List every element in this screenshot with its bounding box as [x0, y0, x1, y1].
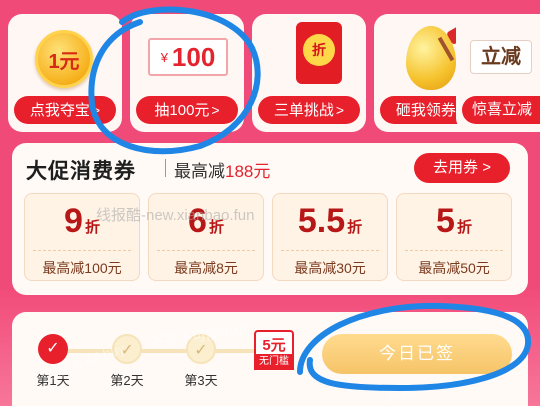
use-coupon-label: 去用券: [433, 159, 479, 176]
entry-instant-discount[interactable]: 立减 惊喜立减: [456, 14, 540, 132]
coupon-rate: 5.5: [297, 202, 346, 240]
check-icon: ✓: [46, 340, 60, 357]
coupon-max-unit: 元: [253, 162, 271, 181]
entry-treasure[interactable]: 1元 点我夺宝 >: [8, 14, 122, 132]
instant-discount-icon: 立减: [470, 40, 532, 74]
red-packet-seal: 折: [303, 34, 335, 66]
coupon-title: 大促消费券: [26, 160, 136, 183]
ticket-amount: 100: [171, 42, 216, 72]
chevron-right-icon: >: [482, 159, 491, 176]
entry-art: 立减: [456, 14, 540, 96]
coin-label: 1元: [48, 51, 80, 73]
coin-icon: 1元: [35, 30, 93, 88]
entry-art: ¥100: [130, 14, 244, 96]
entry-art: 1元: [8, 14, 122, 96]
coupon-desc: 最高减30元: [294, 260, 366, 276]
signed-today-button[interactable]: 今日已签: [322, 334, 512, 374]
coupon-rate: 9: [64, 202, 83, 240]
coupon-tile[interactable]: 5.5 折 最高减30元: [272, 193, 388, 281]
divider: [165, 159, 166, 177]
ticket-currency: ¥: [160, 50, 168, 65]
entry-button[interactable]: 抽100元 >: [136, 96, 238, 124]
entry-label: 惊喜立减: [472, 101, 533, 118]
dashed-divider: [33, 250, 131, 251]
coupon-tile[interactable]: 5折 最高减50元: [396, 193, 512, 281]
coupon-max-discount: 最高减188元: [174, 157, 270, 182]
ticket-icon: ¥100: [148, 38, 228, 76]
dashed-divider: [157, 250, 255, 251]
use-coupon-button[interactable]: 去用券 >: [414, 153, 510, 183]
entry-button[interactable]: 三单挑战 >: [258, 96, 360, 124]
entry-label: 三单挑战: [273, 102, 334, 119]
entry-button[interactable]: 点我夺宝 >: [14, 96, 116, 124]
entry-challenge[interactable]: 折 三单挑战 >: [252, 14, 366, 132]
coupon-rate: 5: [436, 202, 455, 240]
chevron-right-icon: >: [335, 102, 345, 118]
bonus-amount: 5元: [262, 337, 286, 354]
coupon-desc: 最高减100元: [42, 260, 122, 276]
checkin-bonus-coupon: 5元 无门槛: [254, 330, 294, 370]
checkin-day-label: 第2天: [110, 373, 144, 388]
watermark: 线报酷-new.xianbao.fun: [96, 207, 255, 224]
dashed-divider: [405, 250, 503, 251]
chevron-right-icon: >: [91, 102, 101, 118]
coupon-rate-unit: 折: [456, 219, 472, 236]
entry-button[interactable]: 惊喜立减: [462, 96, 540, 124]
checkin-day-label: 第3天: [184, 373, 218, 388]
coupon-max-prefix: 最高减: [174, 162, 225, 181]
dashed-divider: [281, 250, 379, 251]
coupon-rate-unit: 折: [347, 219, 363, 236]
entry-label: 砸我领券: [395, 102, 456, 119]
coupon-desc: 最高减50元: [418, 260, 490, 276]
coupon-desc: 最高减8元: [174, 260, 238, 276]
bonus-tag: 无门槛: [254, 354, 294, 370]
entry-label: 抽100元: [154, 102, 210, 119]
coupon-max-value: 188: [225, 162, 254, 181]
chevron-right-icon: >: [211, 102, 220, 118]
entry-row: 1元 点我夺宝> ¥100 抽100元> 折 三单挑战> 砸我领券> 立减 惊喜…: [8, 14, 540, 132]
entry-label: 点我夺宝: [29, 102, 90, 119]
entry-lottery[interactable]: ¥100 抽100元 >: [130, 14, 244, 132]
entry-art: 折: [252, 14, 366, 96]
red-packet-icon: 折: [296, 22, 342, 84]
coupon-card: 大促消费券 最高减188元 去用券 > 9折 最高减100元 6折 最高减8元 …: [12, 143, 528, 295]
coupon-value: 5.5 折: [273, 202, 387, 241]
coupon-value: 5折: [397, 202, 511, 241]
